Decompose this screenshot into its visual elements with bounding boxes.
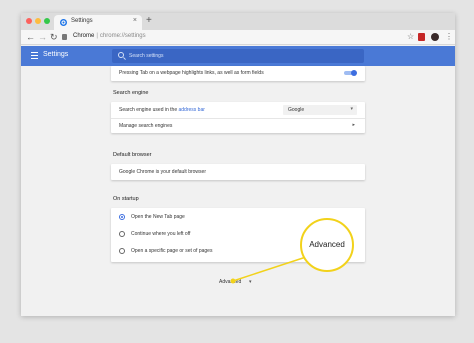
chevron-right-icon: ▸ bbox=[352, 122, 355, 128]
url-host: Chrome bbox=[73, 33, 95, 39]
forward-button[interactable]: → bbox=[38, 31, 47, 43]
chevron-down-icon: ▾ bbox=[350, 106, 353, 112]
manage-search-engines-label: Manage search engines bbox=[119, 123, 173, 129]
section-title-search-engine: Search engine bbox=[113, 90, 149, 96]
tab-highlight-card: Pressing Tab on a webpage highlights lin… bbox=[111, 66, 365, 81]
radio-unselected[interactable] bbox=[119, 231, 125, 237]
chrome-menu-icon[interactable]: ⋮ bbox=[445, 32, 453, 42]
search-icon bbox=[118, 52, 124, 58]
default-browser-card: Google Chrome is your default browser bbox=[111, 164, 365, 180]
address-text: Chrome | chrome://settings bbox=[73, 33, 146, 39]
default-browser-row: Google Chrome is your default browser bbox=[111, 165, 365, 179]
tab-strip: Settings × + bbox=[21, 13, 455, 30]
search-engine-label: Search engine used in the address bar bbox=[119, 107, 205, 113]
settings-search[interactable] bbox=[112, 49, 364, 63]
section-title-on-startup: On startup bbox=[113, 196, 139, 202]
advanced-button[interactable]: Advanced bbox=[219, 279, 241, 285]
reload-button[interactable]: ↻ bbox=[50, 31, 58, 43]
startup-option-label: Open the New Tab page bbox=[131, 214, 185, 220]
startup-option-label: Open a specific page or set of pages bbox=[131, 248, 213, 254]
url-separator: | bbox=[96, 33, 98, 39]
browser-toolbar: ← → ↻ Chrome | chrome://settings ☆ ⋮ bbox=[21, 30, 455, 45]
chevron-down-icon[interactable]: ▾ bbox=[249, 279, 252, 285]
manage-search-engines-row[interactable]: Manage search engines ▸ bbox=[111, 119, 365, 133]
callout-label: Advanced bbox=[309, 240, 345, 249]
hamburger-menu-icon[interactable] bbox=[31, 52, 38, 59]
address-bar-link[interactable]: address bar bbox=[179, 107, 205, 113]
radio-selected[interactable] bbox=[119, 214, 125, 220]
gear-icon bbox=[60, 19, 67, 26]
tab-highlight-label: Pressing Tab on a webpage highlights lin… bbox=[119, 70, 264, 76]
profile-avatar[interactable] bbox=[431, 33, 439, 41]
search-engine-row: Search engine used in the address bar Go… bbox=[111, 103, 365, 117]
tab-title: Settings bbox=[71, 18, 93, 24]
browser-window: Settings × + ← → ↻ Chrome | chrome://setti… bbox=[21, 13, 455, 316]
search-engine-value: Google bbox=[288, 107, 305, 113]
back-button[interactable]: ← bbox=[26, 31, 35, 43]
tab-settings[interactable]: Settings × bbox=[54, 15, 142, 30]
url-path: chrome://settings bbox=[99, 33, 146, 39]
tab-highlight-row[interactable]: Pressing Tab on a webpage highlights lin… bbox=[111, 66, 365, 80]
extension-icon[interactable] bbox=[418, 33, 425, 41]
close-tab-icon[interactable]: × bbox=[133, 17, 137, 24]
callout-bubble: Advanced bbox=[300, 218, 354, 272]
startup-option-label: Continue where you left off bbox=[131, 231, 191, 237]
search-engine-select[interactable]: Google ▾ bbox=[283, 105, 357, 115]
page-info-icon[interactable] bbox=[62, 34, 67, 40]
close-window-button[interactable] bbox=[26, 18, 32, 24]
section-title-default-browser: Default browser bbox=[113, 152, 152, 158]
page-title: Settings bbox=[43, 51, 69, 58]
default-browser-label: Google Chrome is your default browser bbox=[119, 169, 206, 175]
bookmark-star-icon[interactable]: ☆ bbox=[407, 32, 414, 42]
radio-unselected[interactable] bbox=[119, 248, 125, 254]
search-input[interactable] bbox=[129, 51, 359, 61]
maximize-window-button[interactable] bbox=[44, 18, 50, 24]
address-bar[interactable]: Chrome | chrome://settings bbox=[62, 32, 398, 43]
settings-header: Settings bbox=[21, 46, 455, 66]
tab-highlight-toggle[interactable] bbox=[344, 70, 357, 76]
new-tab-button[interactable]: + bbox=[146, 15, 152, 27]
search-engine-card: Search engine used in the address bar Go… bbox=[111, 102, 365, 133]
minimize-window-button[interactable] bbox=[35, 18, 41, 24]
